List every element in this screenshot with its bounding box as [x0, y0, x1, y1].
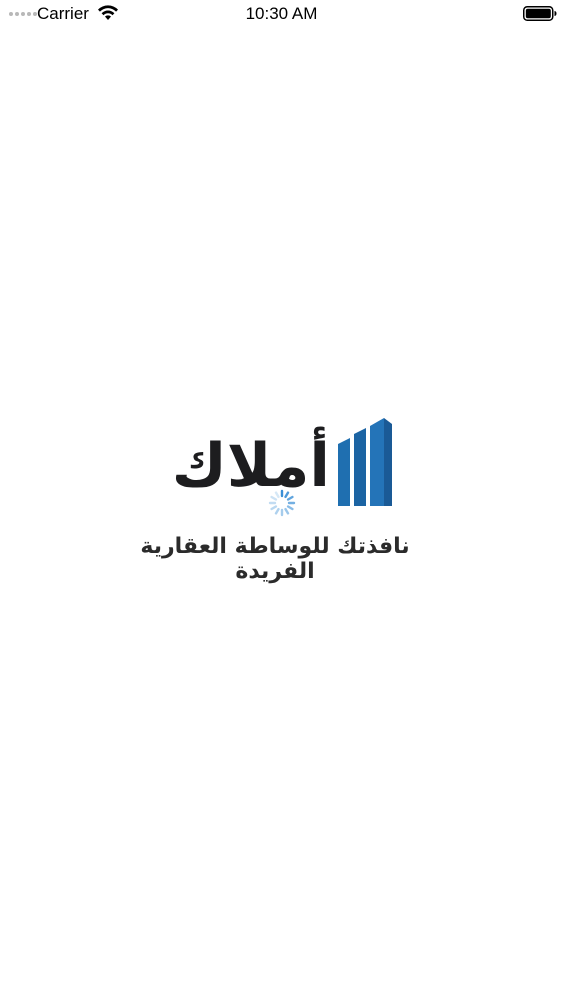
clock: 10:30 AM: [245, 4, 318, 23]
building-logo-icon: [338, 418, 392, 506]
status-bar: Carrier 10:30 AM: [0, 0, 563, 30]
loading-spinner-icon: [268, 489, 296, 517]
battery-icon: [523, 6, 557, 21]
tagline: نافذتك للوساطة العقارية الفريدة: [140, 534, 410, 584]
logo-wordmark: أملاك: [171, 431, 332, 501]
